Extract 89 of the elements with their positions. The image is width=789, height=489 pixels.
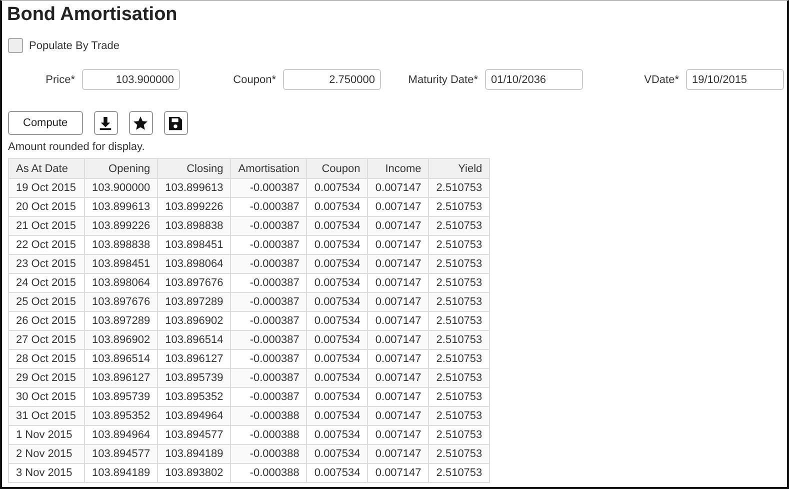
table-cell: 31 Oct 2015	[8, 406, 84, 426]
table-cell: 0.007147	[368, 406, 429, 426]
table-cell: 2.510753	[428, 178, 490, 198]
star-icon	[133, 116, 148, 130]
column-header[interactable]: Closing	[158, 158, 231, 178]
table-cell: 0.007534	[306, 292, 368, 312]
column-header[interactable]: Income	[368, 158, 429, 178]
table-cell: 2.510753	[428, 292, 490, 312]
column-header[interactable]: Yield	[428, 158, 490, 178]
table-cell: -0.000387	[230, 254, 307, 274]
table-cell: 0.007147	[368, 444, 429, 464]
star-icon-button[interactable]	[128, 111, 153, 135]
table-cell: 2.510753	[428, 216, 490, 236]
table-cell: -0.000387	[230, 368, 307, 388]
field-label: Maturity Date*	[407, 74, 478, 86]
checkbox[interactable]	[8, 38, 23, 53]
table-cell: 29 Oct 2015	[8, 368, 84, 388]
table-cell: -0.000388	[230, 406, 307, 426]
column-header[interactable]: Amortisation	[230, 158, 307, 178]
table-cell: 103.895739	[158, 368, 231, 388]
table-cell: 103.894964	[158, 406, 231, 426]
note-text: Amount rounded for display.	[8, 141, 146, 153]
table-cell: 0.007534	[306, 406, 368, 426]
table-cell: 0.007534	[306, 464, 368, 482]
table-cell: -0.000388	[230, 444, 307, 464]
table-cell: 2 Nov 2015	[8, 444, 84, 464]
table-cell: 0.007147	[368, 464, 429, 482]
table-cell: 21 Oct 2015	[8, 216, 84, 236]
table-cell: 103.900000	[84, 178, 158, 198]
table-cell: -0.000388	[230, 464, 307, 482]
table-cell: 103.894577	[84, 444, 158, 464]
table-cell: 2.510753	[428, 406, 490, 426]
table-cell: 0.007534	[306, 444, 368, 464]
table-cell: 0.007147	[368, 330, 429, 350]
input-field[interactable]: 2.750000	[283, 69, 381, 90]
field-label: Coupon*	[232, 74, 276, 86]
table-cell: 103.897676	[84, 292, 158, 312]
input-field[interactable]: 103.900000	[82, 69, 180, 90]
table-cell: 103.895352	[84, 406, 158, 426]
table-cell: 0.007147	[368, 292, 429, 312]
page-title: Bond Amortisation	[7, 4, 178, 26]
table-cell: 0.007147	[368, 254, 429, 274]
compute-button[interactable]: Compute	[8, 111, 83, 135]
column-header[interactable]: Opening	[84, 158, 158, 178]
table-cell: 2.510753	[428, 254, 490, 274]
download-icon-button[interactable]	[94, 111, 118, 135]
table-cell: 2.510753	[428, 368, 490, 388]
download-icon	[98, 116, 114, 130]
checkbox-label: Populate By Trade	[29, 40, 120, 52]
table-cell: 27 Oct 2015	[8, 330, 84, 350]
save-icon	[168, 116, 184, 130]
table-cell: 0.007534	[306, 330, 368, 350]
table-cell: -0.000387	[230, 178, 307, 198]
input-field[interactable]: 01/10/2036	[485, 69, 583, 90]
table-cell: 0.007147	[368, 178, 429, 198]
table-cell: 0.007534	[306, 254, 368, 274]
column-header[interactable]: As At Date	[8, 158, 84, 178]
table-cell: 3 Nov 2015	[8, 464, 84, 482]
table-cell: 2.510753	[428, 464, 490, 482]
table-cell: 103.894189	[158, 444, 231, 464]
table-cell: 103.899613	[158, 178, 231, 198]
table-cell: 0.007534	[306, 178, 368, 198]
table-cell: 103.894189	[84, 464, 158, 482]
table-cell: 0.007534	[306, 368, 368, 388]
table-cell: 103.896514	[158, 330, 231, 350]
input-field[interactable]: 19/10/2015	[686, 69, 784, 90]
table-cell: 19 Oct 2015	[8, 178, 84, 198]
table-cell: 23 Oct 2015	[8, 254, 84, 274]
table-cell: 103.896902	[84, 330, 158, 350]
save-icon-button[interactable]	[164, 111, 188, 135]
table-cell: 103.899226	[84, 216, 158, 236]
table-cell: 103.893802	[158, 464, 231, 482]
table-cell: -0.000387	[230, 216, 307, 236]
table-cell: -0.000387	[230, 292, 307, 312]
table-cell: 103.898451	[84, 254, 158, 274]
table-cell: 103.897289	[158, 292, 231, 312]
table-cell: 103.898838	[158, 216, 231, 236]
table-cell: 0.007147	[368, 216, 429, 236]
table-cell: -0.000387	[230, 330, 307, 350]
field-label: Price*	[44, 74, 75, 86]
table-cell: 25 Oct 2015	[8, 292, 84, 312]
column-header[interactable]: Coupon	[306, 158, 368, 178]
table-cell: 0.007534	[306, 216, 368, 236]
table-cell: 2.510753	[428, 330, 490, 350]
table-cell: 0.007147	[368, 368, 429, 388]
table-cell: 103.896127	[84, 368, 158, 388]
table-cell: 103.898064	[158, 254, 231, 274]
field-label: VDate*	[643, 74, 679, 86]
table-cell: 2.510753	[428, 444, 490, 464]
